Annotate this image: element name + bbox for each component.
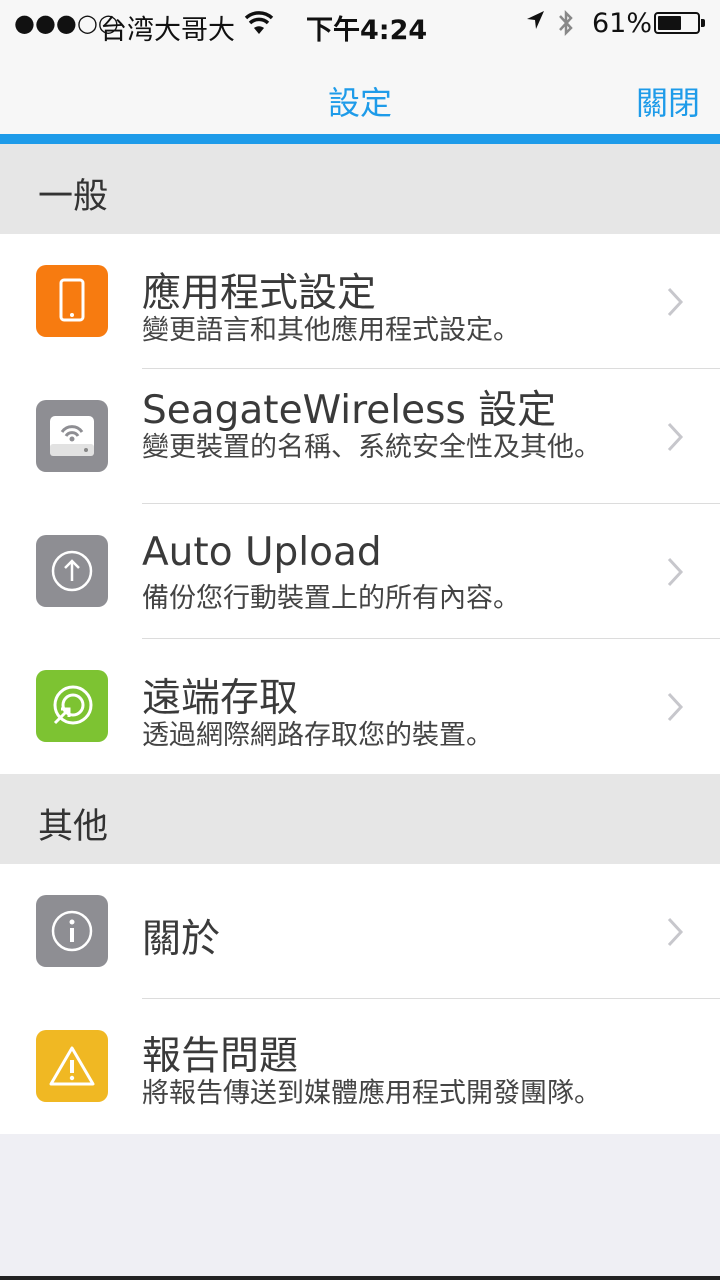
upload-icon [36, 535, 108, 607]
status-bar: ●●●○○ 台湾大哥大 下午4:24 61% [0, 0, 720, 50]
section-header-general: 一般 [0, 144, 720, 234]
chevron-right-icon [667, 917, 684, 947]
warning-icon [36, 1030, 108, 1102]
chevron-right-icon [667, 692, 684, 722]
carrier-name: 台湾大哥大 [100, 15, 235, 46]
row-title: Auto Upload [142, 530, 382, 575]
section-header-other: 其他 [0, 774, 720, 864]
section-title: 一般 [38, 177, 109, 217]
chevron-right-icon [667, 557, 684, 587]
general-group: 應用程式設定 變更語言和其他應用程式設定。 SeagateWireless 設定… [0, 234, 720, 774]
screen-edge [0, 1276, 720, 1280]
section-title: 其他 [38, 807, 109, 847]
bluetooth-icon [556, 8, 576, 45]
accent-divider [0, 134, 720, 144]
remote-access-icon [36, 670, 108, 742]
row-subtitle: 變更語言和其他應用程式設定。 [142, 315, 520, 346]
row-subtitle: 備份您行動裝置上的所有內容。 [142, 583, 520, 614]
about-row[interactable]: 關於 [0, 864, 720, 999]
report-problem-row[interactable]: 報告問題 將報告傳送到媒體應用程式開發團隊。 [0, 999, 720, 1134]
battery-fill [658, 16, 682, 30]
row-subtitle: 將報告傳送到媒體應用程式開發團隊。 [142, 1078, 601, 1109]
page-title: 設定 [327, 84, 392, 122]
battery-icon [654, 12, 705, 34]
app-settings-row[interactable]: 應用程式設定 變更語言和其他應用程式設定。 [0, 234, 720, 369]
row-subtitle: 變更裝置的名稱、系統安全性及其他。 [142, 432, 601, 463]
other-group: 關於 報告問題 將報告傳送到媒體應用程式開發團隊。 [0, 864, 720, 1134]
row-title: 關於 [142, 917, 221, 962]
info-icon [36, 895, 108, 967]
wifi-icon [244, 10, 274, 43]
row-subtitle: 透過網際網路存取您的裝置。 [142, 720, 493, 751]
location-icon [524, 8, 546, 41]
seagate-settings-row[interactable]: SeagateWireless 設定 變更裝置的名稱、系統安全性及其他。 [0, 369, 720, 504]
chevron-right-icon [667, 422, 684, 452]
clock: 下午4:24 [306, 15, 428, 46]
auto-upload-row[interactable]: Auto Upload 備份您行動裝置上的所有內容。 [0, 504, 720, 639]
drive-icon [36, 400, 108, 472]
remote-access-row[interactable]: 遠端存取 透過網際網路存取您的裝置。 [0, 639, 720, 774]
phone-icon [36, 265, 108, 337]
battery-percent: 61% [592, 8, 653, 39]
close-button[interactable]: 關閉 [636, 78, 700, 124]
nav-bar: 設定 關閉 [0, 50, 720, 134]
chevron-right-icon [667, 287, 684, 317]
